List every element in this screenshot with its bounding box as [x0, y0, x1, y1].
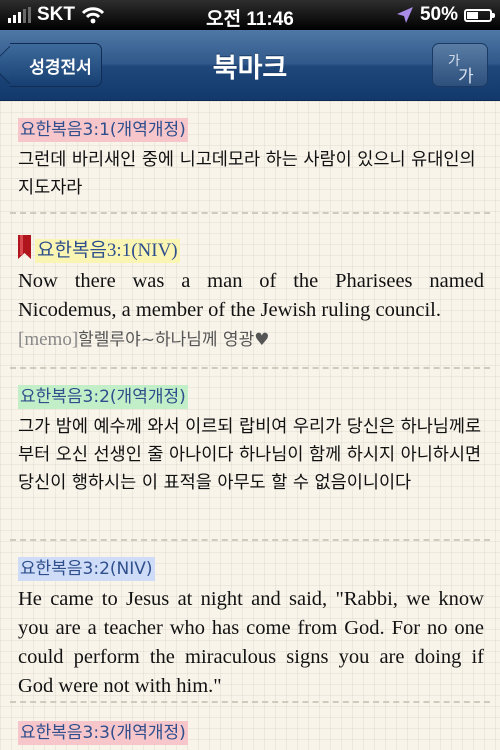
verse-reference: 요한복음3:2(개역개정): [18, 385, 188, 409]
back-button[interactable]: 성경전서: [10, 43, 102, 87]
bookmark-item[interactable]: 요한복음3:1(개역개정) 그런데 바리새인 중에 니고데모라 하는 사람이 있…: [18, 118, 484, 202]
memo-tag: [memo]: [18, 329, 79, 350]
verse-reference: 요한복음3:1(개역개정): [18, 118, 188, 142]
bookmark-item[interactable]: 요한복음3:2(NIV) He came to Jesus at night a…: [18, 557, 484, 701]
verse-text: He came to Jesus at night and said, "Rab…: [18, 588, 484, 697]
navigation-bar: 성경전서 북마크 가 가: [0, 30, 500, 101]
battery-level-fill: [467, 11, 478, 19]
verse-text: Now there was a man of the Pharisees nam…: [18, 270, 484, 321]
memo-text: 할렐루야~하나님께 영광♥: [78, 330, 270, 350]
battery-percent: 50%: [419, 4, 458, 25]
item-divider: [10, 367, 490, 369]
bookmark-item[interactable]: 요한복음3:1(NIV) Now there was a man of the …: [18, 235, 484, 355]
status-right-group: 50%: [396, 4, 495, 26]
memo-line: [memo]할렐루야~하나님께 영광♥: [18, 325, 484, 355]
item-divider: [10, 539, 490, 541]
font-size-button[interactable]: 가 가: [432, 43, 488, 87]
font-size-glyph-large: 가: [458, 67, 474, 87]
verse-reference: 요한복음3:2(NIV): [18, 557, 155, 581]
verse-reference: 요한복음3:1(NIV): [35, 239, 180, 263]
bookmark-item[interactable]: 요한복음3:3(개역개정): [18, 721, 484, 745]
verse-reference: 요한복음3:3(개역개정): [18, 721, 188, 745]
location-arrow-icon: [396, 7, 413, 23]
verse-text: 그런데 바리새인 중에 니고데모라 하는 사람이 있으니 유대인의 지도자라: [18, 150, 476, 198]
item-divider: [10, 701, 490, 703]
battery-icon: [464, 8, 495, 22]
bookmark-ribbon-icon: [18, 235, 31, 259]
item-divider: [10, 212, 490, 214]
status-bar: SKT 오전 11:46 50%: [0, 0, 500, 30]
bookmark-list[interactable]: 요한복음3:1(개역개정) 그런데 바리새인 중에 니고데모라 하는 사람이 있…: [0, 101, 500, 750]
verse-text: 그가 밤에 예수께 와서 이르되 랍비여 우리가 당신은 하나님께로부터 오신 …: [18, 417, 482, 493]
bookmark-item[interactable]: 요한복음3:2(개역개정) 그가 밤에 예수께 와서 이르되 랍비여 우리가 당…: [18, 385, 484, 497]
back-button-label: 성경전서: [29, 57, 92, 78]
